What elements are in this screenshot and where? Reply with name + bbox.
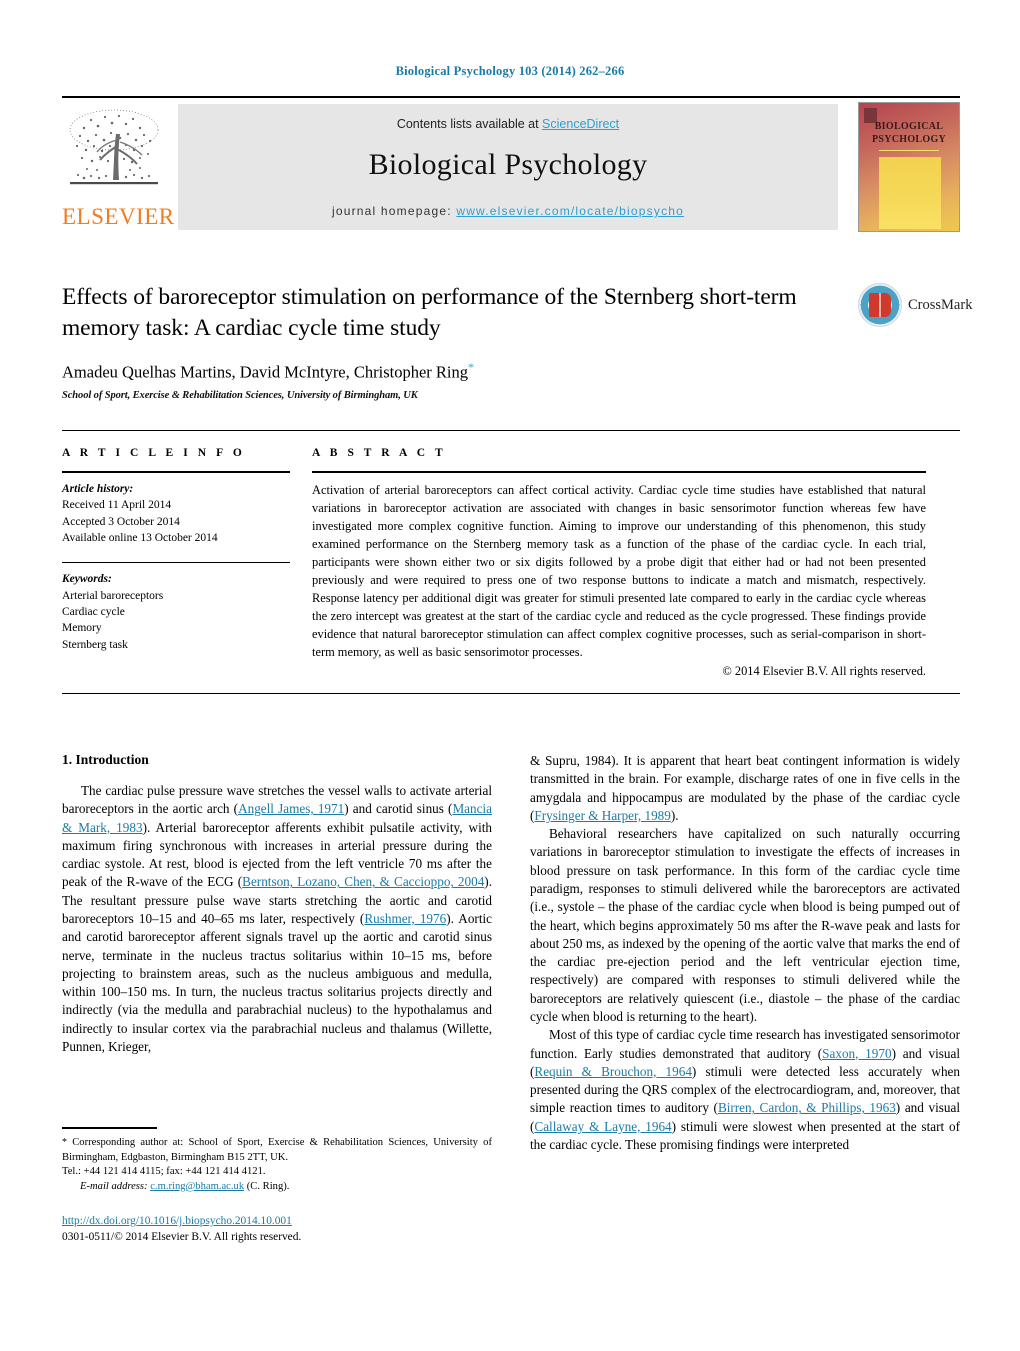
citation-link[interactable]: Frysinger & Harper, 1989 — [534, 808, 670, 823]
author-list: Amadeu Quelhas Martins, David McIntyre, … — [62, 360, 852, 383]
abstract-text: Activation of arterial baroreceptors can… — [312, 483, 926, 659]
text-run: ). — [670, 807, 679, 823]
doi-block: http://dx.doi.org/10.1016/j.biopsycho.20… — [62, 1213, 492, 1245]
footnote-email-label: E-mail address: — [80, 1180, 148, 1192]
cover-underline — [879, 150, 939, 151]
article-info-heading: A R T I C L E I N F O — [62, 447, 246, 459]
paragraph-right-2: Behavioral researchers have capitalized … — [530, 825, 960, 1026]
keyword-item: Cardiac cycle — [62, 605, 125, 618]
citation-link[interactable]: Callaway & Layne, 1964 — [534, 1119, 671, 1134]
cover-title-line2: PSYCHOLOGY — [871, 133, 947, 145]
corresponding-author-marker: * — [468, 360, 475, 375]
citation-link[interactable]: Angell James, 1971 — [238, 801, 344, 816]
crossmark-badge-group[interactable]: CrossMark — [858, 283, 972, 329]
sciencedirect-link[interactable]: ScienceDirect — [542, 117, 619, 131]
footnote-text: * Corresponding author at: School of Spo… — [62, 1136, 492, 1194]
title-block: Effects of baroreceptor stimulation on p… — [62, 282, 852, 401]
info-abstract-section: A R T I C L E I N F O Article history: R… — [62, 430, 960, 679]
body-column-right: & Supru, 1984). It is apparent that hear… — [530, 752, 960, 1272]
citation-link[interactable]: Requin & Brouchon, 1964 — [534, 1064, 692, 1079]
doi-link[interactable]: http://dx.doi.org/10.1016/j.biopsycho.20… — [62, 1215, 292, 1227]
abstract-bottom-rule — [62, 693, 960, 694]
keywords-group: Keywords: Arterial baroreceptors Cardiac… — [62, 563, 290, 653]
text-run: ) and carotid sinus ( — [344, 801, 453, 817]
running-head: Biological Psychology 103 (2014) 262–266 — [395, 64, 625, 78]
journal-homepage-line: journal homepage: www.elsevier.com/locat… — [178, 204, 838, 218]
journal-article-page: Biological Psychology 103 (2014) 262–266 — [0, 0, 1020, 1351]
abstract-heading: A B S T R A C T — [312, 447, 447, 459]
journal-title: Biological Psychology — [368, 148, 648, 181]
abstract-column: A B S T R A C T Activation of arterial b… — [312, 431, 938, 679]
section-heading-introduction: 1. Introduction — [62, 752, 149, 767]
elsevier-tree-icon — [64, 104, 164, 200]
journal-masthead: ELSEVIER Contents lists available at Sci… — [62, 96, 960, 234]
elsevier-logo: ELSEVIER — [62, 104, 175, 230]
crossmark-icon — [858, 283, 902, 327]
citation-link[interactable]: Berntson, Lozano, Chen, & Caccioppo, 200… — [242, 874, 484, 889]
crossmark-book-icon — [869, 293, 891, 317]
paragraph-right-1: & Supru, 1984). It is apparent that hear… — [530, 752, 960, 825]
footnote-email-suffix: (C. Ring). — [244, 1180, 290, 1192]
paragraph-left-1: The cardiac pulse pressure wave stretche… — [62, 782, 492, 1056]
footnote-rule — [62, 1127, 157, 1129]
issn-copyright-line: 0301-0511/© 2014 Elsevier B.V. All right… — [62, 1231, 302, 1244]
text-run: Behavioral researchers have capitalized … — [530, 826, 960, 1024]
email-link[interactable]: c.m.ring@bham.ac.uk — [150, 1181, 244, 1192]
citation-link[interactable]: Saxon, 1970 — [822, 1046, 891, 1061]
cover-title-line1: BIOLOGICAL — [874, 121, 944, 132]
history-accepted: Accepted 3 October 2014 — [62, 515, 180, 528]
keyword-item: Memory — [62, 622, 102, 635]
homepage-prefix: journal homepage: — [331, 204, 452, 218]
citation-link[interactable]: Rushmer, 1976 — [364, 911, 446, 926]
footnote-telephone: Tel.: +44 121 414 4115; fax: +44 121 414… — [62, 1166, 266, 1178]
elsevier-wordmark: ELSEVIER — [62, 204, 175, 229]
article-history-heading: Article history: — [62, 483, 134, 495]
article-history-group: Article history: Received 11 April 2014 … — [62, 473, 290, 546]
abstract-copyright: © 2014 Elsevier B.V. All rights reserved… — [722, 663, 926, 678]
affiliation: School of Sport, Exercise & Rehabilitati… — [62, 389, 418, 401]
page-title: Effects of baroreceptor stimulation on p… — [62, 284, 797, 341]
cover-title: BIOLOGICAL PSYCHOLOGY — [859, 121, 959, 146]
contents-prefix: Contents lists available at — [396, 117, 543, 131]
masthead-top-rule — [62, 96, 960, 98]
text-run: ). Aortic and carotid baroreceptor affer… — [62, 910, 492, 1054]
paragraph-right-3: Most of this type of cardiac cycle time … — [530, 1026, 960, 1154]
article-info-column: A R T I C L E I N F O Article history: R… — [62, 431, 312, 679]
journal-cover-thumbnail: BIOLOGICAL PSYCHOLOGY — [858, 102, 960, 232]
corresponding-author-footnote: * Corresponding author at: School of Spo… — [62, 1127, 492, 1194]
history-received: Received 11 April 2014 — [62, 499, 172, 512]
authors-text: Amadeu Quelhas Martins, David McIntyre, … — [62, 362, 469, 382]
history-available-online: Available online 13 October 2014 — [62, 531, 218, 544]
keyword-item: Sternberg task — [62, 638, 128, 651]
cover-color-panel — [879, 157, 941, 229]
masthead-banner: Contents lists available at ScienceDirec… — [178, 104, 838, 230]
keyword-item: Arterial baroreceptors — [62, 589, 164, 602]
contents-available-line: Contents lists available at ScienceDirec… — [178, 117, 838, 131]
crossmark-label: CrossMark — [908, 297, 973, 313]
journal-homepage-link[interactable]: www.elsevier.com/locate/biopsycho — [456, 204, 684, 218]
keywords-heading: Keywords: — [62, 573, 112, 586]
citation-link[interactable]: Birren, Cardon, & Phillips, 1963 — [718, 1100, 896, 1115]
footnote-address: Corresponding author at: School of Sport… — [62, 1137, 492, 1163]
